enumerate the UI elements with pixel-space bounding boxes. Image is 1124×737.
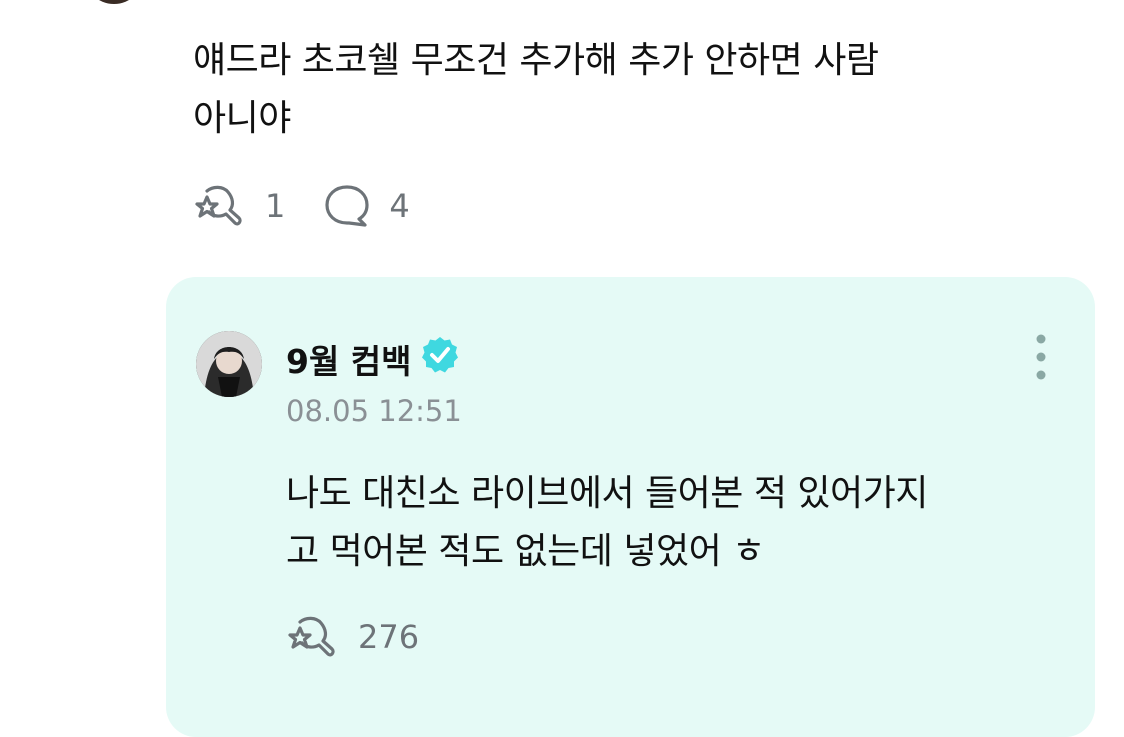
post-body-line-1: 얘드라 초코쉘 무조건 추가해 추가 안하면 사람 xyxy=(193,40,879,81)
post-actions: 1 4 xyxy=(193,182,448,230)
artist-reply-card: 9월 컴백 08.05 12:51 나도 대친소 라이브에서 들어본 적 있어가… xyxy=(166,277,1095,737)
avatar[interactable] xyxy=(196,331,262,397)
star-hand-like-icon xyxy=(288,616,335,657)
reply-body-line-2: 고 먹어본 적도 없는데 넣었어 ㅎ xyxy=(286,531,765,572)
post-body: 얘드라 초코쉘 무조건 추가해 추가 안하면 사람아니야 xyxy=(193,32,1033,148)
speech-bubble-icon xyxy=(325,185,369,227)
reply-like-count: 276 xyxy=(358,618,420,656)
reply-body: 나도 대친소 라이브에서 들어본 적 있어가지고 먹어본 적도 없는데 넣었어 … xyxy=(286,465,1066,581)
verified-badge-icon xyxy=(420,335,460,383)
reply-timestamp: 08.05 12:51 xyxy=(286,394,462,428)
reply-body-line-1: 나도 대친소 라이브에서 들어본 적 있어가지 xyxy=(286,473,928,514)
post-reply-count: 4 xyxy=(389,187,410,225)
reply-author[interactable]: 9월 컴백 xyxy=(286,335,460,383)
post-like-count: 1 xyxy=(265,187,286,225)
previous-author-avatar[interactable] xyxy=(84,0,144,4)
star-hand-like-icon xyxy=(195,185,242,226)
more-options-button[interactable] xyxy=(1028,332,1054,382)
post-like-button[interactable]: 1 xyxy=(193,183,285,229)
reply-author-name: 9월 컴백 xyxy=(286,342,412,381)
post-reply-button[interactable]: 4 xyxy=(323,183,410,229)
reply-actions: 276 xyxy=(286,613,457,661)
reply-like-button[interactable]: 276 xyxy=(286,614,419,660)
more-vertical-icon xyxy=(1036,334,1046,380)
avatar-image xyxy=(196,331,262,397)
post-body-line-2: 아니야 xyxy=(193,98,291,139)
